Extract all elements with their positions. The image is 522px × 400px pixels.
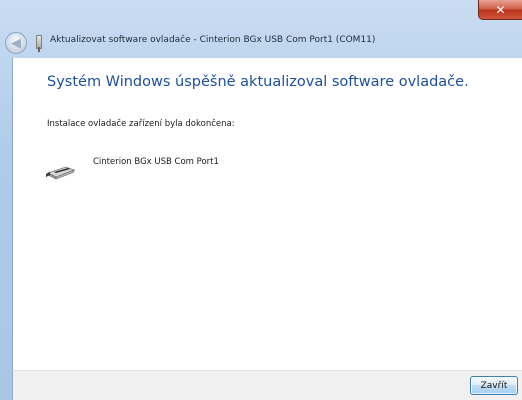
device-name: Cinterion BGx USB Com Port1 xyxy=(93,157,219,167)
close-button[interactable]: Zavřít xyxy=(470,376,518,395)
usb-device-icon xyxy=(36,35,42,52)
serial-port-icon xyxy=(46,166,76,180)
window-close-button[interactable]: ✕ xyxy=(478,0,522,20)
content-panel: Systém Windows úspěšně aktualizoval soft… xyxy=(12,58,522,370)
footer-bar: Zavřít xyxy=(12,370,522,400)
page-heading: Systém Windows úspěšně aktualizoval soft… xyxy=(47,74,469,90)
driver-update-window: ✕ ◀ Aktualizovat software ovladače - Cin… xyxy=(0,0,522,400)
back-arrow-icon: ◀ xyxy=(11,35,21,51)
title-bar: ✕ ◀ Aktualizovat software ovladače - Cin… xyxy=(0,0,522,58)
close-icon: ✕ xyxy=(495,2,506,17)
window-title: Aktualizovat software ovladače - Cinteri… xyxy=(50,35,376,45)
status-text: Instalace ovladače zařízení byla dokonče… xyxy=(47,119,235,129)
back-button[interactable]: ◀ xyxy=(5,32,27,54)
